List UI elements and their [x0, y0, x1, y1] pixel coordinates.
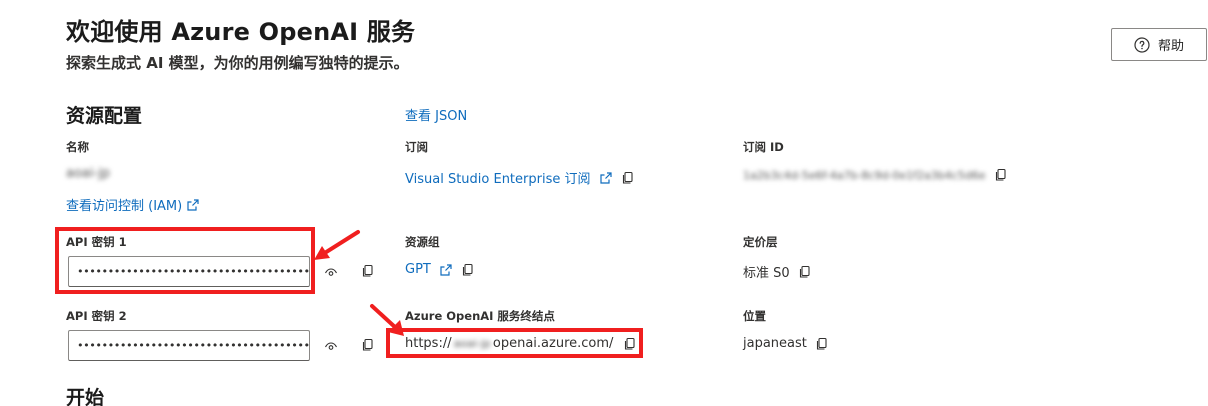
external-link-icon	[186, 198, 200, 212]
subscription-link[interactable]: Visual Studio Enterprise 订阅	[405, 168, 591, 187]
api-key1-input[interactable]: ••••••••••••••••••••••••••••••••••••••••…	[68, 256, 310, 287]
resource-group-value: GPT	[405, 262, 475, 277]
endpoint-value: https:// aoai-jp openai.azure.com/	[405, 336, 637, 351]
location-label: 位置	[743, 309, 766, 323]
api-key2-label: API 密钥 2	[66, 309, 127, 323]
arrow-annotation-key	[314, 230, 360, 260]
pricing-tier-label: 定价层	[743, 235, 778, 249]
endpoint-prefix: https://	[405, 336, 452, 351]
copy-icon[interactable]	[621, 171, 635, 185]
iam-link-text[interactable]: 查看访问控制 (IAM)	[66, 195, 182, 214]
external-link-icon[interactable]	[439, 263, 453, 277]
help-button[interactable]: 帮助	[1111, 28, 1207, 61]
getting-started-title: 开始	[66, 387, 105, 406]
page-title: 欢迎使用 Azure OpenAI 服务	[66, 18, 416, 46]
pricing-tier-text: 标准 S0	[743, 266, 790, 281]
iam-link[interactable]: 查看访问控制 (IAM)	[66, 195, 200, 214]
copy-icon[interactable]	[798, 265, 812, 279]
api-key1-label: API 密钥 1	[66, 235, 127, 249]
subscription-value: Visual Studio Enterprise 订阅	[405, 168, 635, 187]
help-icon	[1134, 36, 1150, 53]
location-text: japaneast	[743, 336, 807, 351]
location-value: japaneast	[743, 336, 829, 351]
eye-icon[interactable]	[324, 339, 338, 353]
name-value: aoai-jp	[66, 166, 110, 181]
subscription-id-label: 订阅 ID	[743, 140, 784, 154]
endpoint-blur: aoai-jp	[453, 337, 491, 350]
api-key2-input[interactable]: ••••••••••••••••••••••••••••••••••••••••…	[68, 330, 310, 361]
endpoint-label: Azure OpenAI 服务终结点	[405, 309, 555, 323]
external-link-icon[interactable]	[599, 171, 613, 185]
help-label: 帮助	[1157, 39, 1184, 54]
subscription-id-value: 1a2b3c4d-5e6f-4a7b-8c9d-0e1f2a3b4c5d6e	[743, 168, 1008, 182]
subscription-label: 订阅	[405, 140, 428, 154]
pricing-tier-value: 标准 S0	[743, 262, 812, 281]
copy-icon[interactable]	[994, 168, 1008, 182]
copy-icon[interactable]	[623, 337, 637, 351]
resource-group-label: 资源组	[405, 235, 440, 249]
copy-icon[interactable]	[361, 264, 375, 278]
page-subtitle: 探索生成式 AI 模型，为你的用例编写独特的提示。	[66, 54, 409, 72]
view-json-link[interactable]: 查看 JSON	[405, 105, 467, 124]
name-label: 名称	[66, 140, 89, 154]
name-text: aoai-jp	[66, 166, 111, 181]
resource-section-title: 资源配置	[66, 105, 143, 127]
arrow-annotation-endpoint	[370, 304, 404, 336]
copy-icon[interactable]	[815, 337, 829, 351]
endpoint-suffix: openai.azure.com/	[492, 336, 614, 351]
subscription-id-text: 1a2b3c4d-5e6f-4a7b-8c9d-0e1f2a3b4c5d6e	[743, 168, 986, 182]
copy-icon[interactable]	[461, 263, 475, 277]
copy-icon[interactable]	[361, 338, 375, 352]
resource-group-link[interactable]: GPT	[405, 262, 431, 277]
eye-icon[interactable]	[324, 265, 338, 279]
